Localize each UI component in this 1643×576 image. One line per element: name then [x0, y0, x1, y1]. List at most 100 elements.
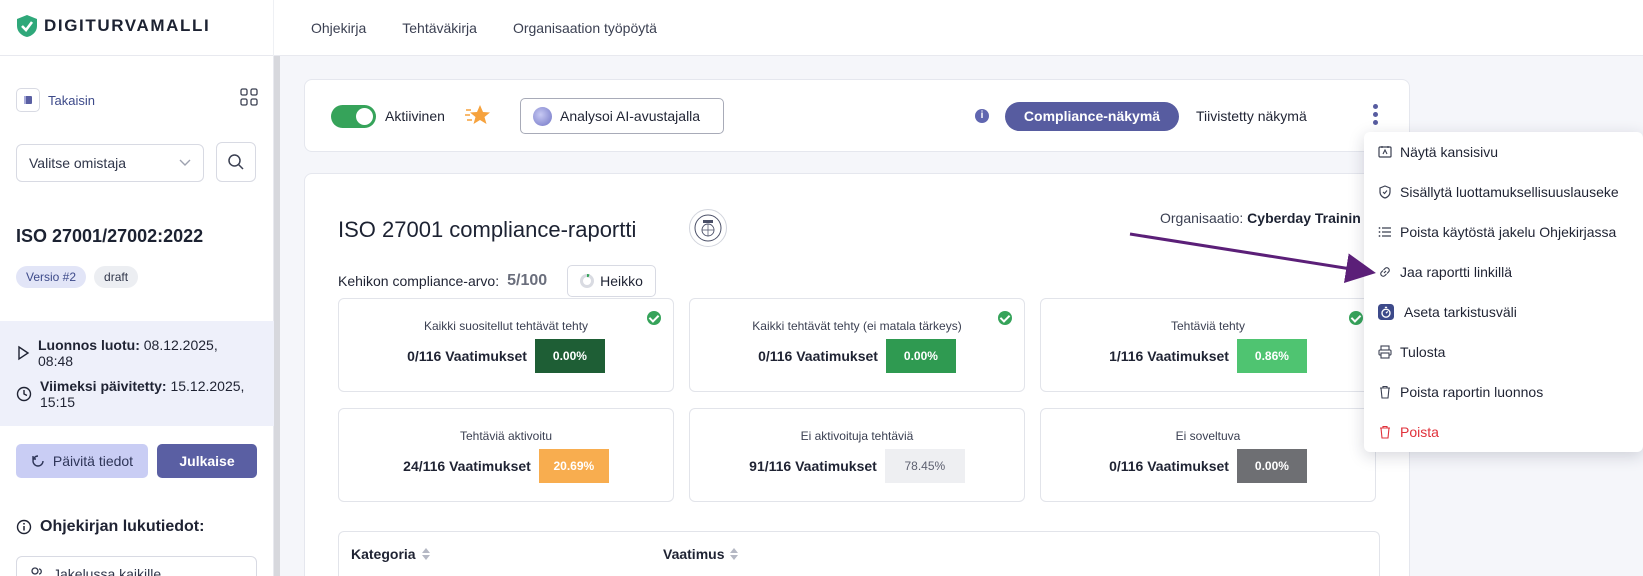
menu-item-label: Tulosta — [1400, 344, 1446, 360]
created-value: 08.12.2025, — [143, 337, 218, 353]
favorite-star-icon[interactable] — [464, 103, 492, 127]
organization-value: Cyberday Trainin — [1247, 210, 1361, 226]
stat-card-percent: 78.45% — [884, 449, 965, 483]
ai-analyze-button[interactable]: Analysoi AI-avustajalla — [520, 98, 724, 134]
printer-icon — [1378, 345, 1392, 359]
owner-select-value: Valitse omistaja — [29, 155, 127, 171]
created-row: Luonnos luotu: 08.12.2025, 08:48 — [16, 337, 218, 369]
column-header-category[interactable]: Kategoria — [351, 546, 430, 562]
menu-item-confidentiality[interactable]: Sisällytä luottamuksellisuuslauseke — [1378, 184, 1619, 200]
check-icon — [1349, 311, 1363, 325]
stat-card-activated: Tehtäviä aktivoitu 24/116 Vaatimukset 20… — [338, 408, 674, 502]
search-button[interactable] — [216, 142, 256, 182]
back-icon — [16, 88, 40, 112]
stat-card-value-row: 0/116 Vaatimukset 0.00% — [690, 339, 1024, 373]
stat-card-all-tasks: Kaikki tehtävät tehty (ei matala tärkeys… — [689, 298, 1025, 392]
sort-icon — [730, 548, 739, 560]
document-title: ISO 27001/27002:2022 — [16, 226, 204, 246]
refresh-label: Päivitä tiedot — [52, 453, 134, 469]
timer-icon — [1378, 304, 1394, 320]
menu-item-disable-distribution[interactable]: Poista käytöstä jakelu Ohjekirjassa — [1378, 224, 1616, 240]
stat-card-percent: 0.86% — [1236, 339, 1307, 373]
stat-card-value-row: 0/116 Vaatimukset 0.00% — [1041, 449, 1375, 483]
created-time: 08:48 — [38, 353, 74, 369]
top-navigation: Ohjekirja Tehtäväkirja Organisaation työ… — [311, 20, 657, 36]
check-icon — [647, 311, 661, 325]
nav-tehtavakirja[interactable]: Tehtäväkirja — [402, 20, 477, 36]
updated-time: 15:15 — [40, 394, 76, 410]
nav-organisaation-tyopoyta[interactable]: Organisaation työpöytä — [513, 20, 657, 36]
stat-card-percent: 0.00% — [534, 339, 605, 373]
report-title: ISO 27001 compliance-raportti — [338, 217, 637, 242]
score-label: Kehikon compliance-arvo: — [338, 273, 500, 289]
compact-view-button[interactable]: Tiivistetty näkymä — [1196, 108, 1307, 124]
publish-button[interactable]: Julkaise — [157, 444, 257, 478]
users-icon — [31, 567, 42, 575]
play-icon — [18, 345, 30, 361]
menu-item-show-cover[interactable]: Näytä kansisivu — [1378, 144, 1498, 160]
chevron-down-icon — [179, 159, 191, 166]
more-options-menu: Näytä kansisivu Sisällytä luottamukselli… — [1364, 132, 1643, 452]
menu-item-review-interval[interactable]: Aseta tarkistusväli — [1378, 304, 1517, 320]
stat-card-value-row: 91/116 Vaatimukset 78.45% — [690, 449, 1024, 483]
sort-icon — [421, 548, 430, 560]
top-bar: DIGITURVAMALLI Ohjekirja Tehtäväkirja Or… — [0, 0, 1643, 56]
active-label: Aktiivinen — [385, 108, 445, 124]
menu-item-label: Jaa raportti linkillä — [1400, 264, 1513, 280]
back-button[interactable]: Takaisin — [16, 88, 95, 112]
updated-value: 15.12.2025, — [170, 378, 245, 394]
refresh-button[interactable]: Päivitä tiedot — [16, 444, 148, 478]
trash-icon — [1380, 385, 1390, 399]
stat-card-recommended: Kaikki suositellut tehtävät tehty 0/116 … — [338, 298, 674, 392]
info-icon[interactable]: i — [975, 109, 989, 123]
compliance-score-row: Kehikon compliance-arvo: 5/100 Heikko — [338, 265, 656, 297]
stat-card-value-row: 0/116 Vaatimukset 0.00% — [339, 339, 673, 373]
stat-card-value-row: 24/116 Vaatimukset 20.69% — [339, 449, 673, 483]
menu-item-label: Näytä kansisivu — [1400, 144, 1499, 160]
stat-card-value: 1/116 Vaatimukset — [1109, 348, 1229, 364]
grid-view-icon[interactable] — [240, 88, 258, 106]
link-icon — [1380, 267, 1390, 277]
stat-card-tasks-done: Tehtäviä tehty 1/116 Vaatimukset 0.86% — [1040, 298, 1376, 392]
menu-item-label: Sisällytä luottamuksellisuuslauseke — [1400, 184, 1619, 200]
shield-icon — [1379, 185, 1391, 199]
ai-sparkle-icon — [533, 106, 552, 126]
score-grade-label: Heikko — [600, 273, 643, 289]
brand-name: DIGITURVAMALLI — [44, 16, 211, 35]
organization-info: Organisaatio: Cyberday Trainin — [1160, 210, 1361, 226]
active-toggle[interactable] — [331, 105, 376, 128]
shield-logo-icon — [17, 15, 37, 37]
check-icon — [998, 311, 1012, 325]
more-options-icon[interactable] — [1373, 104, 1379, 128]
info-circle-icon — [16, 519, 32, 535]
pie-progress-icon — [580, 274, 595, 288]
list-icon — [1378, 227, 1391, 237]
document-badges: Versio #2 draft — [16, 266, 139, 288]
menu-item-print[interactable]: Tulosta — [1378, 344, 1445, 360]
column-header-requirement[interactable]: Vaatimus — [663, 546, 739, 562]
nav-ohjekirja[interactable]: Ohjekirja — [311, 20, 366, 36]
stat-card-label: Ei aktivoituja tehtäviä — [800, 429, 914, 443]
brand-logo[interactable]: DIGITURVAMALLI — [16, 14, 210, 38]
distribution-value: Jakelussa kaikille — [53, 566, 162, 576]
compliance-view-button[interactable]: Compliance-näkymä — [1005, 102, 1179, 131]
menu-item-delete[interactable]: Poista — [1378, 424, 1439, 440]
sidebar-scrollbar[interactable] — [274, 56, 280, 576]
owner-select[interactable]: Valitse omistaja — [16, 144, 204, 182]
stat-card-value: 0/116 Vaatimukset — [407, 348, 527, 364]
cover-page-icon — [1378, 146, 1392, 158]
status-badge: draft — [94, 266, 139, 288]
iso-seal-icon — [689, 209, 727, 247]
ai-analyze-label: Analysoi AI-avustajalla — [560, 108, 701, 124]
logo-divider — [273, 0, 274, 56]
distribution-select[interactable]: Jakelussa kaikille — [16, 556, 257, 576]
stat-card-label: Tehtäviä tehty — [1170, 319, 1246, 333]
stat-card-not-activated: Ei aktivoituja tehtäviä 91/116 Vaatimuks… — [689, 408, 1025, 502]
requirements-table-header: Kategoria Vaatimus — [338, 531, 1380, 576]
menu-item-share-link[interactable]: Jaa raportti linkillä — [1378, 264, 1512, 280]
menu-item-delete-draft[interactable]: Poista raportin luonnos — [1378, 384, 1543, 400]
stat-card-label: Kaikki tehtävät tehty (ei matala tärkeys… — [752, 319, 962, 333]
score-grade-badge: Heikko — [567, 265, 656, 297]
stat-card-value: 91/116 Vaatimukset — [749, 458, 877, 474]
column-header-label: Vaatimus — [663, 546, 725, 562]
